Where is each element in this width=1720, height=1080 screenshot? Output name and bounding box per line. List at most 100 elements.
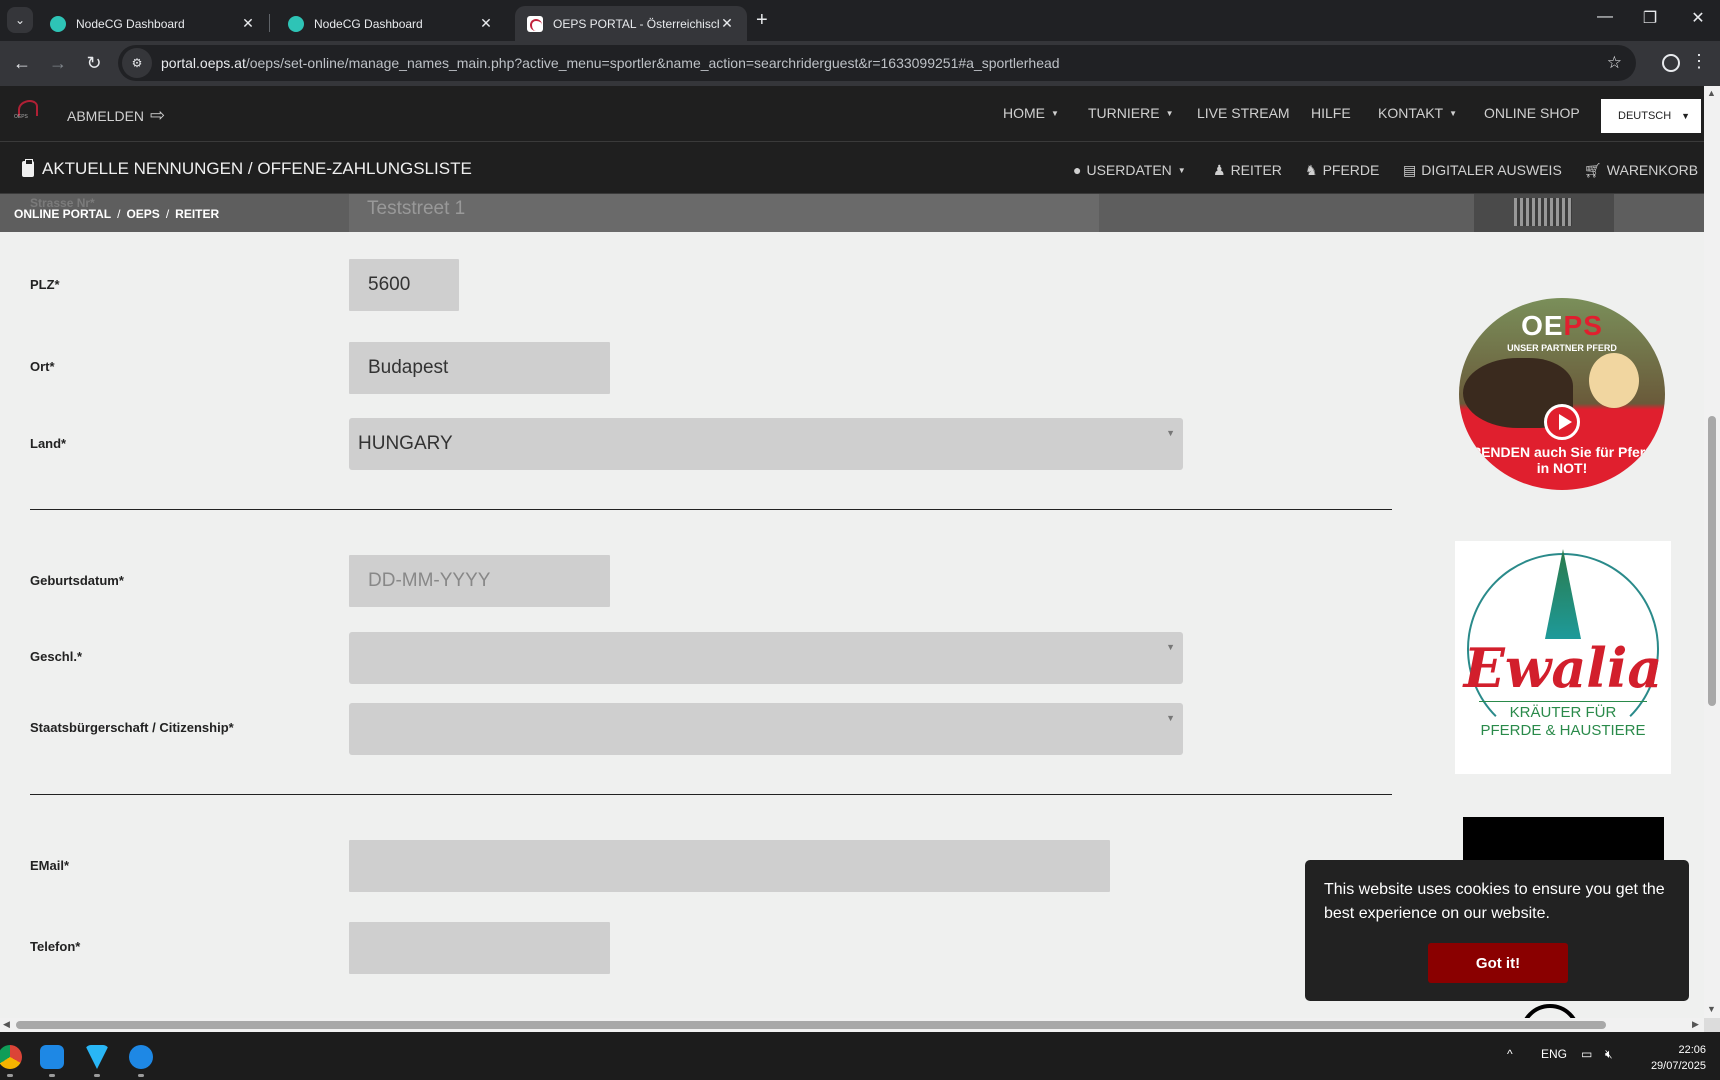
bookmark-star-icon[interactable]: ☆	[1607, 53, 1622, 73]
ewalia-subtitle: KRÄUTER FÜR PFERDE & HAUSTIERE	[1455, 704, 1671, 740]
taskbar-running-indicator	[94, 1074, 100, 1077]
submenu-pferde[interactable]: ♞ PFERDE	[1305, 162, 1379, 179]
url-host: portal.oeps.at	[161, 55, 246, 71]
forward-arrow-icon[interactable]: →	[47, 53, 69, 74]
scroll-right-icon[interactable]: ▶	[1692, 1019, 1699, 1030]
minimize-icon[interactable]: —	[1595, 8, 1615, 26]
submenu-reiter[interactable]: ♟ REITER	[1213, 162, 1282, 179]
submenu-digitaler-ausweis[interactable]: ▤ DIGITALER AUSWEIS	[1403, 162, 1562, 179]
oeps-donation-banner[interactable]: OEPS UNSER PARTNER PFERD SPENDEN auch Si…	[1459, 298, 1665, 490]
breadcrumb-online-portal[interactable]: ONLINE PORTAL	[14, 207, 111, 221]
address-bar[interactable]: ⚙ portal.oeps.at/oeps/set-online/manage_…	[118, 45, 1636, 81]
new-tab-icon[interactable]: +	[756, 9, 768, 32]
tab-close-icon[interactable]: ✕	[240, 15, 256, 32]
browser-toolbar: ← → ↻ ⚙ portal.oeps.at/oeps/set-online/m…	[0, 41, 1720, 86]
email-input[interactable]	[349, 840, 1110, 892]
menu-home[interactable]: HOME ▼	[1003, 105, 1059, 121]
staatsbuergerschaft-label: Staatsbürgerschaft / Citizenship*	[30, 720, 234, 735]
menu-live-stream[interactable]: LIVE STREAM	[1197, 105, 1290, 121]
staatsbuergerschaft-select[interactable]: ▼	[349, 703, 1183, 755]
tab-oeps-portal[interactable]: OEPS PORTAL - Österreichische ✕	[515, 6, 747, 41]
telefon-label: Telefon*	[30, 939, 81, 954]
menu-hilfe-label: HILFE	[1311, 105, 1351, 121]
page-title-text: AKTUELLE NENNUNGEN / OFFENE-ZAHLUNGSLIST…	[42, 159, 472, 178]
scroll-down-icon[interactable]: ▼	[1707, 1004, 1716, 1014]
play-icon[interactable]	[1544, 404, 1580, 440]
user-subnav: AKTUELLE NENNUNGEN / OFFENE-ZAHLUNGSLIST…	[0, 142, 1704, 194]
system-clock[interactable]: 22:06 29/07/2025	[1636, 1042, 1706, 1074]
section-divider	[30, 794, 1392, 795]
input-language[interactable]: ENG	[1541, 1047, 1567, 1061]
oeps-favicon-icon	[527, 15, 543, 32]
land-select[interactable]: HUNGARY ▼	[349, 418, 1183, 470]
geschl-select[interactable]: ▼	[349, 632, 1183, 684]
tray-chevron-up-icon[interactable]: ^	[1507, 1047, 1513, 1061]
menu-online-shop[interactable]: ONLINE SHOP	[1484, 105, 1580, 121]
vpn-shield-icon[interactable]	[85, 1045, 109, 1069]
horizontal-scrollbar[interactable]: ◀ ▶	[0, 1018, 1704, 1032]
tab-close-icon[interactable]: ✕	[478, 15, 494, 32]
tab-close-icon[interactable]: ✕	[719, 15, 735, 32]
geburtsdatum-input[interactable]: DD-MM-YYYY	[349, 555, 610, 607]
url-text[interactable]: portal.oeps.at/oeps/set-online/manage_na…	[161, 55, 1060, 71]
breadcrumb-separator: /	[165, 207, 170, 221]
qr-code-image	[1474, 194, 1614, 232]
submenu-warenkorb[interactable]: 🛒︎ WARENKORB	[1584, 162, 1698, 179]
user-icon: ♟	[1213, 162, 1226, 178]
tab-title: NodeCG Dashboard	[76, 16, 185, 31]
plz-input[interactable]: 5600	[349, 259, 459, 311]
scroll-left-icon[interactable]: ◀	[3, 1019, 10, 1030]
scroll-up-icon[interactable]: ▲	[1707, 88, 1716, 98]
network-icon[interactable]: ▭	[1581, 1047, 1592, 1061]
breadcrumb-separator: /	[117, 207, 121, 221]
menu-turniere[interactable]: TURNIERE ▼	[1088, 105, 1173, 121]
restore-icon[interactable]: ❐	[1640, 8, 1660, 28]
email-label: EMail*	[30, 858, 70, 873]
logout-link[interactable]: ABMELDEN ⇨	[67, 105, 165, 126]
tab-search-button[interactable]: ⌄	[7, 7, 33, 33]
reload-icon[interactable]: ↻	[83, 53, 105, 74]
back-arrow-icon[interactable]: ←	[11, 53, 33, 74]
submenu-reiter-label: REITER	[1230, 162, 1282, 178]
nodecg-favicon-icon	[50, 15, 66, 32]
chrome-icon[interactable]	[0, 1045, 22, 1069]
street-input[interactable]: Teststreet 1	[349, 194, 1099, 232]
caret-down-icon: ▼	[1449, 109, 1457, 118]
oeps-cta-text: SPENDEN auch Sie für Pferde in NOT!	[1462, 444, 1662, 476]
ort-input[interactable]: Budapest	[349, 342, 610, 394]
volume-muted-icon[interactable]: 🔇︎	[1605, 1047, 1613, 1062]
tab-separator	[269, 14, 270, 32]
browser-tab-strip: ⌄ NodeCG Dashboard ✕ NodeCG Dashboard ✕ …	[0, 0, 1720, 41]
tab-title: OEPS PORTAL - Österreichische	[553, 16, 719, 31]
oeps-logo-icon[interactable]	[14, 98, 40, 120]
menu-hilfe[interactable]: HILFE	[1311, 105, 1351, 121]
submenu-userdaten[interactable]: ● USERDATEN ▼	[1073, 162, 1186, 178]
language-select[interactable]: DEUTSCH ▼	[1601, 99, 1701, 133]
tab-nodecg-2[interactable]: NodeCG Dashboard ✕	[276, 6, 506, 41]
user-circle-icon: ●	[1073, 162, 1082, 178]
site-settings-icon[interactable]: ⚙	[122, 48, 152, 78]
geschl-label: Geschl.*	[30, 649, 83, 664]
breadcrumb-oeps[interactable]: OEPS	[126, 207, 159, 221]
profile-icon[interactable]	[1662, 54, 1680, 72]
window-close-icon[interactable]: ✕	[1688, 8, 1708, 28]
app-blue-icon[interactable]	[40, 1045, 64, 1069]
ewalia-ad-banner[interactable]: Ewalia KRÄUTER FÜR PFERDE & HAUSTIERE	[1455, 541, 1671, 774]
menu-kontakt[interactable]: KONTAKT ▼	[1378, 105, 1457, 121]
submenu-pferde-label: PFERDE	[1322, 162, 1380, 178]
browser-menu-icon[interactable]: ⋮	[1690, 51, 1708, 72]
breadcrumb-reiter[interactable]: REITER	[175, 207, 219, 221]
cookie-accept-button[interactable]: Got it!	[1428, 943, 1568, 983]
id-card-icon: ▤	[1403, 162, 1417, 178]
vertical-scroll-thumb[interactable]	[1708, 416, 1716, 706]
telefon-input[interactable]	[349, 922, 610, 974]
menu-online-shop-label: ONLINE SHOP	[1484, 105, 1580, 121]
language-value: DEUTSCH	[1618, 110, 1672, 122]
oeps-brand-text: OEPS	[1459, 310, 1665, 342]
breadcrumb-bar: Strasse Nr* Teststreet 1 ONLINE PORTAL / O…	[0, 194, 1704, 232]
docker-icon[interactable]	[129, 1045, 153, 1069]
cookie-message: This website uses cookies to ensure you …	[1324, 881, 1665, 922]
vertical-scrollbar[interactable]: ▲ ▼	[1704, 86, 1720, 1018]
horizontal-scroll-thumb[interactable]	[16, 1021, 1606, 1029]
tab-nodecg-1[interactable]: NodeCG Dashboard ✕	[38, 6, 268, 41]
